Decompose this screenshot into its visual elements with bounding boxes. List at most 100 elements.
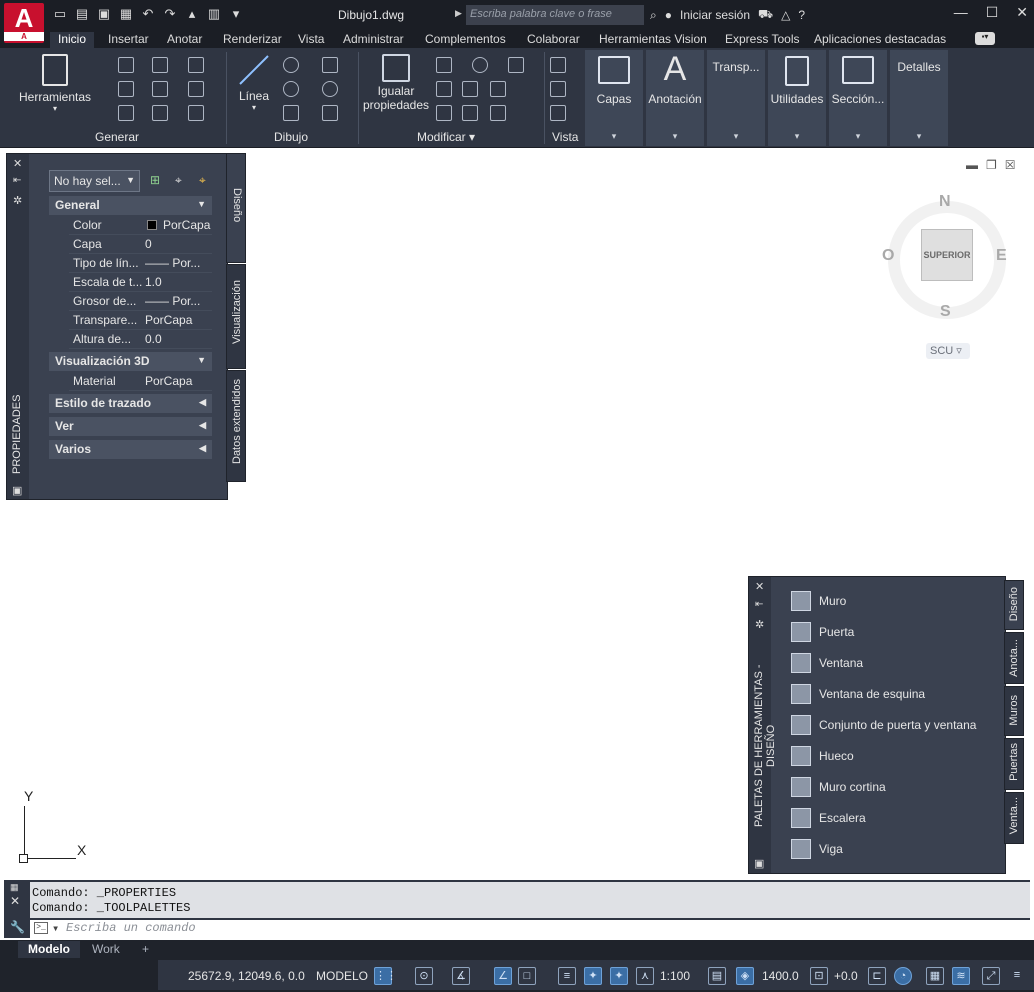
tab-insertar[interactable]: Insertar <box>100 32 157 48</box>
section-general[interactable]: General ▼ <box>49 196 212 215</box>
fillet-icon[interactable] <box>508 57 524 73</box>
transparencia-panel-button[interactable]: Transp... ▾ <box>707 50 765 146</box>
capas-panel-button[interactable]: Capas ▾ <box>585 50 643 146</box>
grid-icon[interactable]: ⋮⋮ <box>374 967 397 985</box>
viewport-minimize-icon[interactable]: ▬ <box>966 158 978 172</box>
property-row[interactable]: Grosor de... —— Por... <box>49 292 212 311</box>
properties-menu-icon[interactable]: ▣ <box>12 484 22 497</box>
offset-value[interactable]: +0.0 <box>834 969 858 983</box>
recent-commands-icon[interactable]: ▾ <box>52 921 59 936</box>
save-icon[interactable]: ▣ <box>96 6 112 22</box>
property-row[interactable]: Material PorCapa <box>49 372 212 391</box>
elevation-value[interactable]: 1400.0 <box>762 969 799 983</box>
new-icon[interactable]: ▭ <box>52 6 68 22</box>
spline-icon[interactable] <box>322 57 338 73</box>
view-cube[interactable]: SUPERIOR N S E O <box>882 193 1010 321</box>
tab-modelo[interactable]: Modelo <box>18 941 80 958</box>
isolate-objects-icon[interactable]: ◔ <box>894 967 912 985</box>
tool-item-ventana[interactable]: Ventana <box>791 651 863 675</box>
tab-aplicaciones-destacadas[interactable]: Aplicaciones destacadas <box>806 32 954 48</box>
network-icon[interactable]: △ <box>781 8 790 22</box>
search-expand-icon[interactable]: ▶ <box>455 8 462 19</box>
section-visualizacion-3d[interactable]: Visualización 3D ▼ <box>49 352 212 371</box>
add-layout-button[interactable]: + <box>132 941 159 958</box>
command-close-icon[interactable]: ✕ <box>10 894 20 908</box>
tool-palette-settings-icon[interactable]: ✲ <box>755 618 764 631</box>
property-row[interactable]: Color PorCapa <box>49 216 212 235</box>
share-icon[interactable]: ▴ <box>184 6 200 22</box>
command-customize-icon[interactable]: 🔧 <box>10 920 25 934</box>
herramientas-button[interactable]: Herramientas ▾ <box>14 54 96 113</box>
offset-icon[interactable] <box>436 105 452 121</box>
select-objects-icon[interactable]: ⌖ <box>175 173 182 188</box>
command-prompt-icon[interactable]: >_ <box>34 922 48 934</box>
ellipse-icon[interactable] <box>322 81 338 97</box>
door-tool-icon[interactable] <box>152 57 168 73</box>
tab-administrar[interactable]: Administrar <box>335 32 412 48</box>
circle-icon[interactable] <box>283 81 299 97</box>
rotate-icon[interactable] <box>472 57 488 73</box>
view-cube-top-face[interactable]: SUPERIOR <box>921 229 973 281</box>
move-icon[interactable] <box>436 57 452 73</box>
ucs-dropdown[interactable]: SCU ▿ <box>926 343 970 359</box>
tab-anotar[interactable]: Anotar <box>159 32 210 48</box>
polyline-icon[interactable] <box>283 57 299 73</box>
model-space-toggle[interactable]: MODELO <box>316 969 368 983</box>
help-icon[interactable]: ? <box>798 8 805 22</box>
tool-item-escalera[interactable]: Escalera <box>791 806 866 830</box>
hardware-acceleration-icon[interactable]: ▦ <box>926 967 944 985</box>
array-icon[interactable] <box>490 81 506 97</box>
detalles-panel-button[interactable]: Detalles ▾ <box>890 50 948 146</box>
search-input[interactable]: Escriba palabra clave o frase <box>466 5 644 25</box>
fullscreen-icon[interactable]: ⤢ <box>982 967 1000 985</box>
annotation-scale-icon[interactable]: ⋏ <box>636 967 654 985</box>
user-icon[interactable]: ● <box>665 8 672 22</box>
close-icon[interactable]: ✕ <box>1016 4 1028 21</box>
command-input[interactable]: >_ ▾ Escriba un comando <box>30 920 1030 938</box>
utilidades-panel-button[interactable]: Utilidades ▾ <box>768 50 826 146</box>
tool-item-muro-cortina[interactable]: Muro cortina <box>791 775 886 799</box>
tab-work[interactable]: Work <box>82 941 130 958</box>
panel-modificar-title[interactable]: Modificar ▾ <box>417 130 475 144</box>
copy-icon[interactable] <box>462 81 478 97</box>
property-row[interactable]: Tipo de lín... —— Por... <box>49 254 212 273</box>
tab-colaborar[interactable]: Colaborar <box>519 32 588 48</box>
tool-item-muro[interactable]: Muro <box>791 589 846 613</box>
app-logo-button[interactable]: A A <box>4 3 44 43</box>
auto-scale-icon[interactable]: ✦ <box>610 967 628 985</box>
section-estilo-trazado[interactable]: Estilo de trazado ◀ <box>49 394 212 413</box>
tab-vista[interactable]: Vista <box>290 32 332 48</box>
clean-screen-icon[interactable]: ≋ <box>952 967 970 985</box>
annotation-visibility-icon[interactable]: ✦ <box>584 967 602 985</box>
tab-express-tools[interactable]: Express Tools <box>717 32 807 48</box>
compass-south[interactable]: S <box>940 303 951 321</box>
offset-icon[interactable]: ⊡ <box>810 967 828 985</box>
selection-dropdown[interactable]: No hay sel... ▼ <box>49 170 140 192</box>
erase-icon[interactable] <box>436 81 452 97</box>
polar-tracking-icon[interactable]: ∡ <box>452 967 470 985</box>
tab-complementos[interactable]: Complementos <box>417 32 514 48</box>
tool-tab-ventanas[interactable]: Venta... <box>1004 792 1024 844</box>
coordinates-readout[interactable]: 25672.9, 12049.6, 0.0 <box>188 969 305 983</box>
tool-item-conjunto-puerta-ventana[interactable]: Conjunto de puerta y ventana <box>791 713 976 737</box>
roof-tool-icon[interactable] <box>152 81 168 97</box>
tool-item-ventana-esquina[interactable]: Ventana de esquina <box>791 682 925 706</box>
tool-item-hueco[interactable]: Hueco <box>791 744 854 768</box>
section-ver[interactable]: Ver ◀ <box>49 417 212 436</box>
save-as-icon[interactable]: ▦ <box>118 6 134 22</box>
annotation-scale-value[interactable]: 1:100 <box>660 969 690 983</box>
tab-datos-extendidos[interactable]: Datos extendidos <box>226 370 246 482</box>
object-snap-icon[interactable]: ∠ <box>494 967 512 985</box>
properties-settings-icon[interactable]: ✲ <box>13 194 22 207</box>
compass-north[interactable]: N <box>939 193 951 211</box>
tool-tab-anotacion[interactable]: Anota... <box>1004 632 1024 684</box>
redo-icon[interactable]: ↷ <box>162 6 178 22</box>
box-tool-icon[interactable] <box>188 105 204 121</box>
elevation-icon[interactable]: ◈ <box>736 967 754 985</box>
window-tool-icon[interactable] <box>118 105 134 121</box>
tab-herramientas-vision[interactable]: Herramientas Vision <box>591 32 715 48</box>
anotacion-panel-button[interactable]: A Anotación ▾ <box>646 50 704 146</box>
qat-dropdown-icon[interactable]: ▾ <box>228 6 244 22</box>
tool-item-puerta[interactable]: Puerta <box>791 620 854 644</box>
tool-palette-titlebar[interactable]: ✕ ⇤ ✲ PALETAS DE HERRAMIENTAS - DISEÑO ▣ <box>749 577 777 873</box>
